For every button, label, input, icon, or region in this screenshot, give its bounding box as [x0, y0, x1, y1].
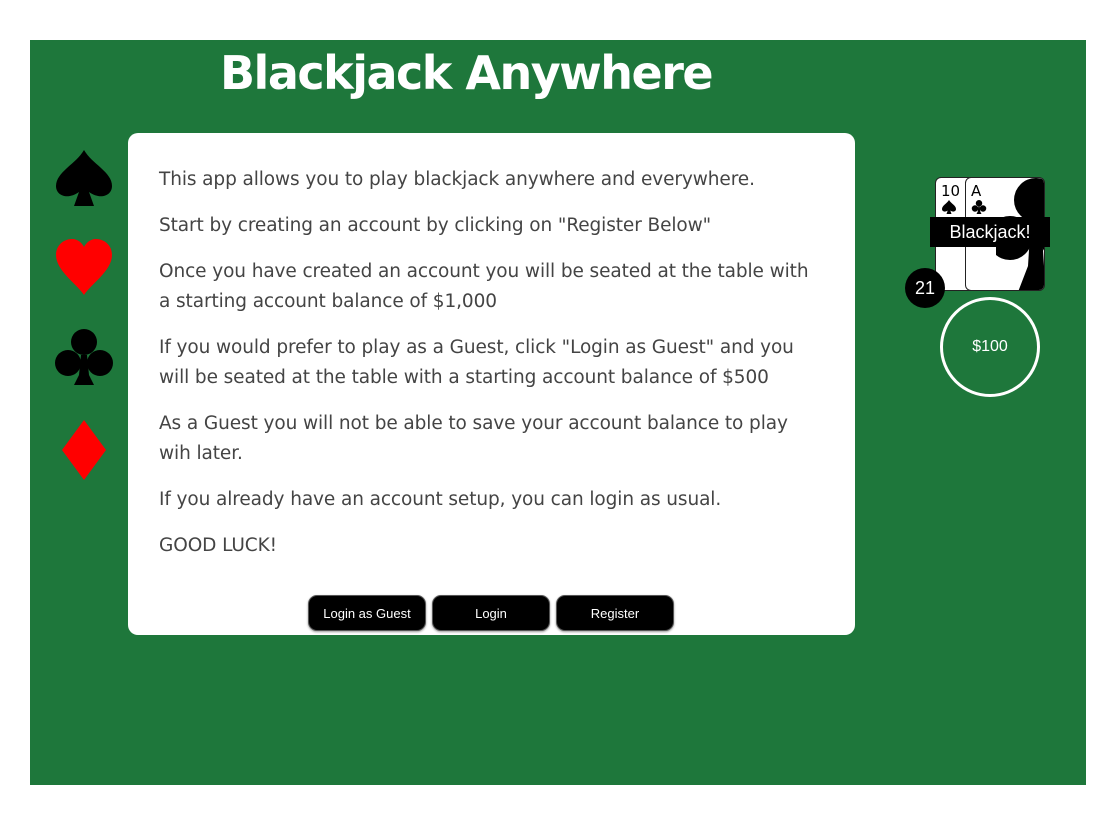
info-paragraph: Once you have created an account you wil… — [159, 261, 809, 312]
game-table: Blackjack Anywhere This app allows you t… — [30, 40, 1086, 785]
bet-chip[interactable]: $100 — [940, 297, 1040, 397]
result-banner: Blackjack! — [930, 217, 1050, 247]
info-paragraph: This app allows you to play blackjack an… — [159, 169, 755, 190]
info-paragraph: If you already have an account setup, yo… — [159, 489, 722, 510]
spade-icon — [52, 146, 116, 210]
player-hand: 10 A Blackjack! 21 $100 — [905, 177, 1055, 402]
info-paragraph: Start by creating an account by clicking… — [159, 215, 712, 236]
club-icon — [971, 200, 987, 214]
card-rank: A — [971, 182, 982, 200]
diamond-icon — [52, 418, 116, 482]
login-button[interactable]: Login — [432, 595, 550, 631]
card-rank: 10 — [941, 182, 961, 200]
spade-icon — [942, 200, 956, 214]
app-title: Blackjack Anywhere — [220, 46, 714, 100]
club-icon — [52, 325, 116, 389]
info-paragraph: GOOD LUCK! — [159, 535, 277, 556]
info-paragraph: If you would prefer to play as a Guest, … — [159, 337, 794, 388]
info-panel: This app allows you to play blackjack an… — [128, 133, 855, 635]
auth-button-row: Login as Guest Login Register — [308, 595, 674, 631]
login-as-guest-button[interactable]: Login as Guest — [308, 595, 426, 631]
info-paragraph: As a Guest you will not be able to save … — [159, 413, 788, 464]
hand-total-badge: 21 — [905, 268, 945, 308]
heart-icon — [52, 235, 116, 299]
register-button[interactable]: Register — [556, 595, 674, 631]
